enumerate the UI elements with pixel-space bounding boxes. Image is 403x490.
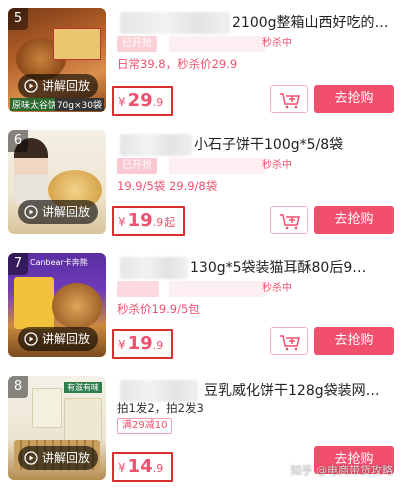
package-image bbox=[64, 398, 102, 442]
replay-button[interactable]: 讲解回放 bbox=[18, 327, 99, 351]
package-image bbox=[14, 277, 54, 329]
rank-number: 6 bbox=[8, 130, 28, 152]
buy-now-button[interactable]: 去抢购 bbox=[314, 327, 394, 355]
replay-label: 讲解回放 bbox=[42, 332, 91, 346]
seckill-status: 秒杀中 bbox=[262, 38, 292, 49]
watermark: 知乎 @电商带货攻略 bbox=[290, 464, 394, 477]
seckill-bar bbox=[169, 281, 265, 297]
package-image bbox=[53, 28, 101, 60]
replay-label: 讲解回放 bbox=[42, 79, 91, 93]
product-title[interactable]: 小石子饼干100g*5/8袋 bbox=[194, 134, 399, 156]
price: ¥ 19 .9 起 bbox=[112, 206, 186, 236]
seckill-status: 秒杀中 bbox=[262, 283, 292, 294]
package-image bbox=[32, 388, 62, 428]
buy-now-button[interactable]: 去抢购 bbox=[314, 85, 394, 113]
thumb-caption: 原味太谷饼 bbox=[10, 98, 60, 111]
promo-text: 19.9/5袋 29.9/8袋 bbox=[117, 179, 218, 193]
replay-label: 讲解回放 bbox=[42, 205, 91, 219]
snack-image bbox=[52, 283, 102, 329]
product-title[interactable]: 豆乳威化饼干128g袋装网… bbox=[204, 380, 399, 402]
replay-button[interactable]: 讲解回放 bbox=[18, 74, 99, 98]
product-thumbnail[interactable]: 有滋有味 8 讲解回放 bbox=[8, 376, 106, 480]
play-circle-icon bbox=[24, 451, 38, 465]
seckill-bar bbox=[169, 158, 265, 174]
add-to-cart-button[interactable] bbox=[270, 85, 308, 113]
add-to-cart-button[interactable] bbox=[270, 206, 308, 234]
product-thumbnail[interactable]: 5 讲解回放 原味太谷饼 70g×30袋 bbox=[8, 8, 106, 112]
replay-label: 讲解回放 bbox=[42, 451, 91, 465]
product-item[interactable]: 5 讲解回放 原味太谷饼 70g×30袋 2100g整箱山西好吃的… 已开抢 秒… bbox=[0, 0, 403, 122]
add-to-cart-button[interactable] bbox=[270, 327, 308, 355]
status-row: 已开抢 秒杀中 bbox=[117, 36, 317, 52]
cart-plus-icon bbox=[280, 93, 300, 109]
product-title[interactable]: 2100g整箱山西好吃的… bbox=[232, 12, 397, 34]
seckill-bar bbox=[169, 36, 265, 52]
rank-number: 5 bbox=[8, 8, 28, 30]
blurred-title-prefix bbox=[120, 257, 188, 279]
play-circle-icon bbox=[24, 332, 38, 346]
price: ¥ 29 .9 bbox=[112, 86, 174, 116]
thumb-caption: 70g×30袋 bbox=[54, 98, 104, 111]
thumb-brand: Canbear卡奔熊 bbox=[30, 258, 88, 267]
promo-text: 秒杀价19.9/5包 bbox=[117, 302, 200, 316]
product-thumbnail[interactable]: Canbear卡奔熊 7 讲解回放 bbox=[8, 253, 106, 357]
status-row: 已开抢 秒杀中 bbox=[117, 158, 317, 174]
coupon-tag: 满29减10 bbox=[117, 418, 173, 434]
promo-text: 拍1发2，拍2发3 bbox=[117, 401, 204, 415]
replay-button[interactable]: 讲解回放 bbox=[18, 446, 99, 470]
cart-plus-icon bbox=[280, 214, 300, 230]
blurred-title-prefix bbox=[120, 134, 192, 156]
buy-now-button[interactable]: 去抢购 bbox=[314, 206, 394, 234]
price: ¥ 19 .9 bbox=[112, 329, 174, 359]
product-title[interactable]: 130g*5袋装猫耳酥80后9… bbox=[190, 257, 398, 279]
rank-number: 7 bbox=[8, 253, 28, 275]
status-row: 秒杀中 bbox=[117, 281, 317, 297]
price: ¥ 14 .9 bbox=[112, 452, 174, 482]
status-badge bbox=[117, 281, 159, 297]
replay-button[interactable]: 讲解回放 bbox=[18, 200, 99, 224]
blurred-title-prefix bbox=[120, 380, 198, 402]
seckill-status: 秒杀中 bbox=[262, 160, 292, 171]
status-badge: 已开抢 bbox=[117, 36, 157, 52]
status-badge: 已开抢 bbox=[117, 158, 157, 174]
play-circle-icon bbox=[24, 205, 38, 219]
play-circle-icon bbox=[24, 79, 38, 93]
cart-plus-icon bbox=[280, 335, 300, 351]
product-item[interactable]: Canbear卡奔熊 7 讲解回放 130g*5袋装猫耳酥80后9… 秒杀中 秒… bbox=[0, 245, 403, 367]
rank-number: 8 bbox=[8, 376, 28, 398]
blurred-title-prefix bbox=[120, 12, 230, 34]
product-item[interactable]: 6 讲解回放 小石子饼干100g*5/8袋 已开抢 秒杀中 19.9/5袋 29… bbox=[0, 122, 403, 244]
promo-text: 日常39.8，秒杀价29.9 bbox=[117, 57, 238, 71]
product-thumbnail[interactable]: 6 讲解回放 bbox=[8, 130, 106, 234]
thumb-brand: 有滋有味 bbox=[64, 382, 102, 393]
